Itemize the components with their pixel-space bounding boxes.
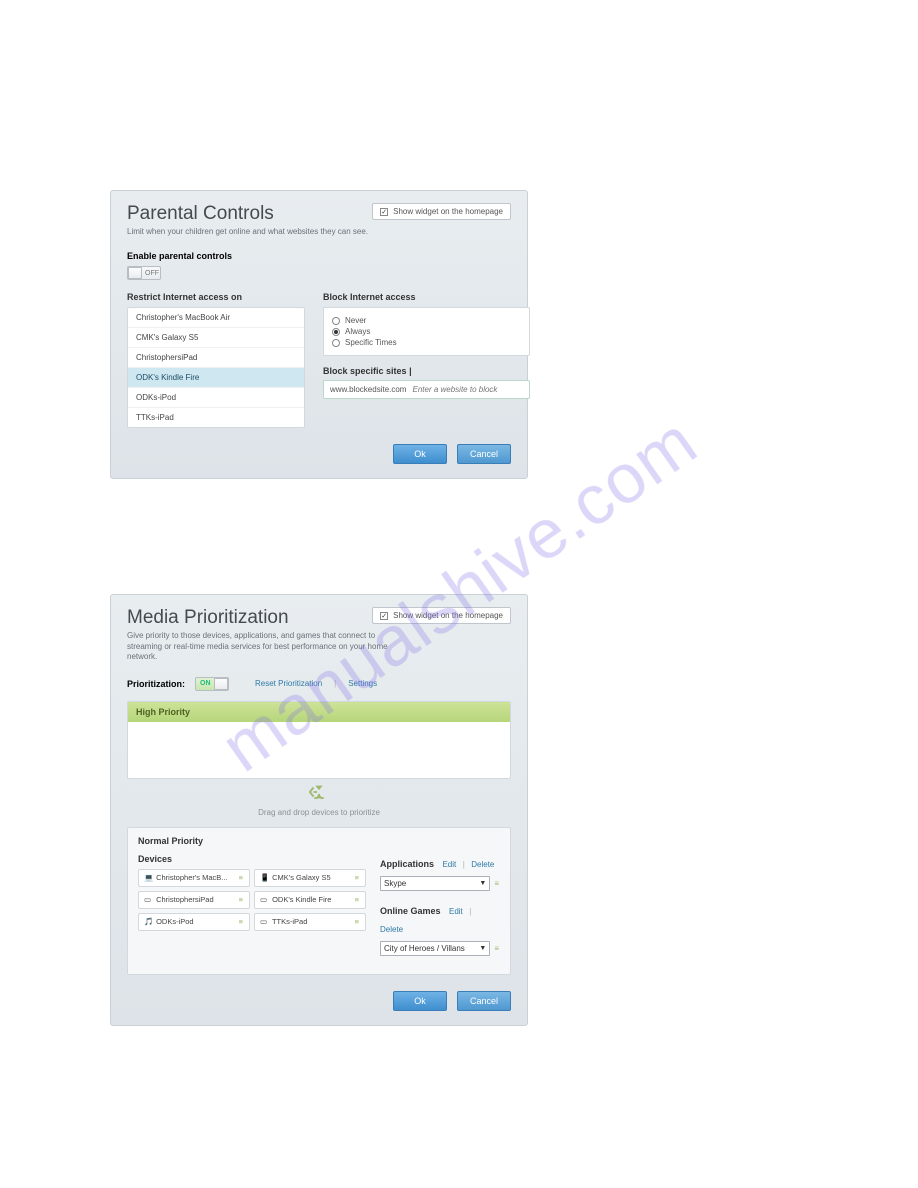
radio-always[interactable]: Always <box>332 327 521 336</box>
separator: | <box>463 860 465 869</box>
ipod-icon: 🎵 <box>144 917 154 927</box>
online-games-label: Online Games <box>380 906 441 916</box>
device-chip[interactable]: 💻 Christopher's MacB...≡ <box>138 869 250 887</box>
device-chip[interactable]: ▭ ODK's Kindle Fire≡ <box>254 891 366 909</box>
device-chip[interactable]: ▭ TTKs-iPad≡ <box>254 913 366 931</box>
parental-controls-panel: Parental Controls ✓ Show widget on the h… <box>110 190 528 479</box>
radio-specific[interactable]: Specific Times <box>332 338 521 347</box>
device-list: Christopher's MacBook Air CMK's Galaxy S… <box>127 307 305 428</box>
games-delete-link[interactable]: Delete <box>380 925 403 934</box>
blocked-site-chip[interactable]: www.blockedsite.com <box>330 385 406 394</box>
widget-label: Show widget on the homepage <box>393 207 503 216</box>
apps-edit-link[interactable]: Edit <box>442 860 456 869</box>
device-item-selected[interactable]: ODK's Kindle Fire <box>128 368 304 388</box>
drag-hint: Drag and drop devices to prioritize <box>127 808 511 817</box>
high-priority-dropzone[interactable] <box>128 722 510 778</box>
checkbox-icon: ✓ <box>380 208 388 216</box>
block-sites-box: www.blockedsite.com <box>323 380 530 399</box>
widget-label: Show widget on the homepage <box>393 611 503 620</box>
show-widget-media[interactable]: ✓ Show widget on the homepage <box>372 607 511 624</box>
separator: | <box>334 679 336 688</box>
block-radio-group: Never Always Specific Times <box>323 307 530 356</box>
tablet-icon: ▭ <box>260 895 270 905</box>
parental-subtitle: Limit when your children get online and … <box>127 227 407 237</box>
settings-link[interactable]: Settings <box>348 679 377 688</box>
block-site-input[interactable] <box>412 385 523 394</box>
checkbox-icon: ✓ <box>380 612 388 620</box>
restrict-label: Restrict Internet access on <box>127 292 305 302</box>
normal-priority-box: Normal Priority Devices 💻 Christopher's … <box>127 827 511 975</box>
device-chip[interactable]: ▭ ChristophersiPad≡ <box>138 891 250 909</box>
drag-handle-icon[interactable]: ≡ <box>355 917 360 926</box>
show-widget-parental[interactable]: ✓ Show widget on the homepage <box>372 203 511 220</box>
high-priority-box: High Priority <box>127 701 511 779</box>
device-chip[interactable]: 🎵 ODKs-iPod≡ <box>138 913 250 931</box>
applications-select[interactable]: Skype▼ <box>380 876 490 891</box>
enable-parental-label: Enable parental controls <box>127 251 511 261</box>
high-priority-header: High Priority <box>128 702 510 722</box>
devices-section-label: Devices <box>138 854 366 864</box>
games-select[interactable]: City of Heroes / Villans▼ <box>380 941 490 956</box>
radio-label: Specific Times <box>345 338 397 347</box>
arrows-icon <box>127 785 511 804</box>
enable-parental-toggle[interactable]: OFF <box>127 266 161 280</box>
laptop-icon: 💻 <box>144 873 154 883</box>
chevron-down-icon: ▼ <box>479 880 486 887</box>
parental-title: Parental Controls <box>127 203 274 225</box>
applications-label: Applications <box>380 859 434 869</box>
device-item[interactable]: ODKs-iPod <box>128 388 304 408</box>
toggle-off-label: OFF <box>145 270 159 277</box>
radio-label: Never <box>345 316 366 325</box>
radio-never[interactable]: Never <box>332 316 521 325</box>
drag-handle-icon[interactable]: ≡ <box>494 879 500 888</box>
block-access-label: Block Internet access <box>323 292 530 302</box>
drag-handle-icon[interactable]: ≡ <box>355 873 360 882</box>
media-subtitle: Give priority to those devices, applicat… <box>127 631 407 662</box>
apps-delete-link[interactable]: Delete <box>471 860 494 869</box>
device-item[interactable]: TTKs-iPad <box>128 408 304 427</box>
games-edit-link[interactable]: Edit <box>449 907 463 916</box>
prioritization-toggle[interactable]: ON <box>195 677 229 691</box>
ok-button[interactable]: Ok <box>393 444 447 464</box>
device-item[interactable]: Christopher's MacBook Air <box>128 308 304 328</box>
drag-handle-icon[interactable]: ≡ <box>239 895 244 904</box>
toggle-on-label: ON <box>200 680 211 687</box>
tablet-icon: ▭ <box>260 917 270 927</box>
device-item[interactable]: ChristophersiPad <box>128 348 304 368</box>
prioritization-label: Prioritization: <box>127 679 185 689</box>
tablet-icon: ▭ <box>144 895 154 905</box>
chevron-down-icon: ▼ <box>479 945 486 952</box>
drag-handle-icon[interactable]: ≡ <box>355 895 360 904</box>
cancel-button[interactable]: Cancel <box>457 444 511 464</box>
media-prioritization-panel: Media Prioritization ✓ Show widget on th… <box>110 594 528 1025</box>
separator: | <box>469 907 471 916</box>
device-item[interactable]: CMK's Galaxy S5 <box>128 328 304 348</box>
drag-handle-icon[interactable]: ≡ <box>239 917 244 926</box>
media-title: Media Prioritization <box>127 607 289 629</box>
cancel-button[interactable]: Cancel <box>457 991 511 1011</box>
normal-priority-label: Normal Priority <box>138 836 500 846</box>
reset-prioritization-link[interactable]: Reset Prioritization <box>255 679 322 688</box>
block-sites-label: Block specific sites | <box>323 366 530 376</box>
drag-handle-icon[interactable]: ≡ <box>494 944 500 953</box>
device-chip[interactable]: 📱 CMK's Galaxy S5≡ <box>254 869 366 887</box>
radio-label: Always <box>345 327 370 336</box>
phone-icon: 📱 <box>260 873 270 883</box>
ok-button[interactable]: Ok <box>393 991 447 1011</box>
drag-handle-icon[interactable]: ≡ <box>239 873 244 882</box>
